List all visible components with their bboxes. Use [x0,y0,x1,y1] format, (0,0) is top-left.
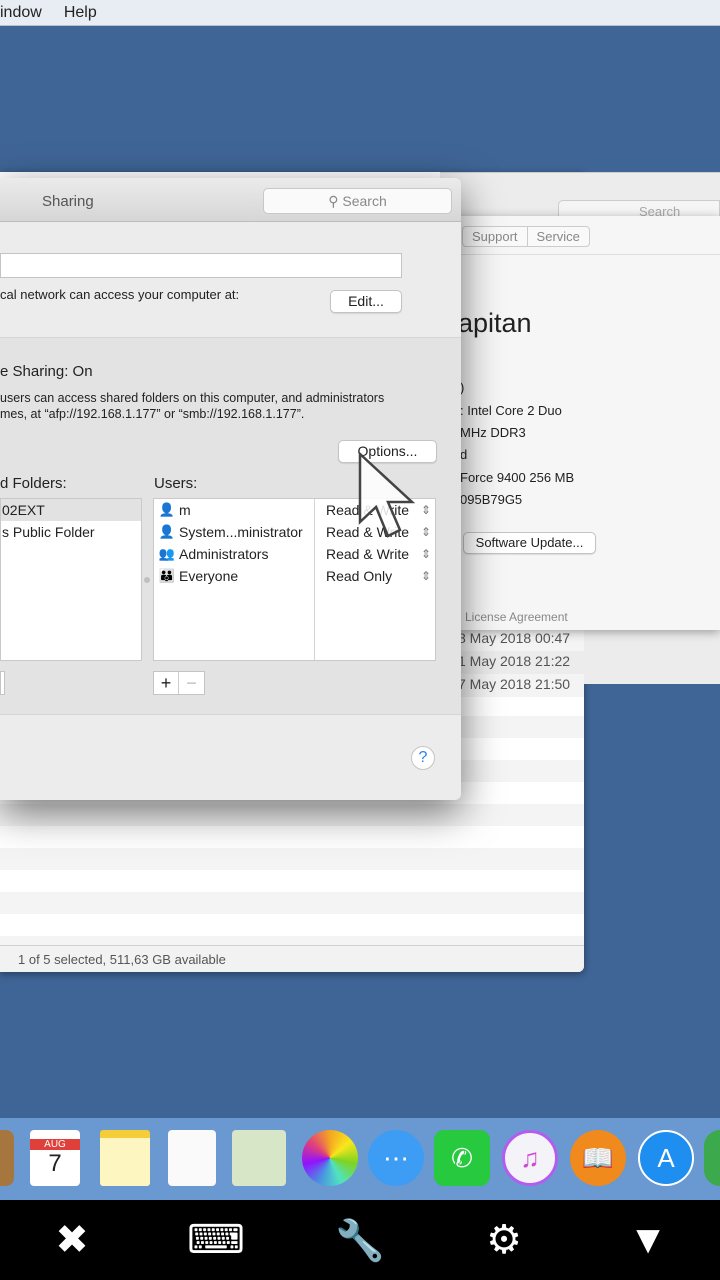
finder-date-column: 8 May 2018 00:47 1 May 2018 21:22 7 May … [440,628,584,697]
window-title: Sharing [42,193,94,210]
chevron-updown-icon: ⇕ [421,503,432,517]
calendar-month: AUG [30,1138,80,1150]
finder-status-bar: 1 of 5 selected, 511,63 GB available [0,945,584,972]
edit-button[interactable]: Edit... [330,290,402,313]
date-cell: 8 May 2018 00:47 [440,628,584,651]
dock-photos-icon[interactable] [302,1130,358,1186]
os-name: apitan [458,308,532,338]
remove-user-button[interactable]: − [179,672,204,694]
menu-window[interactable]: indow [0,4,42,22]
user-name: Everyone [179,568,239,584]
date-cell: 7 May 2018 21:50 [440,674,584,697]
tab-support[interactable]: Support [463,227,527,246]
gear-icon[interactable]: ⚙ [464,1217,544,1263]
dock-notes-icon[interactable] [100,1130,150,1186]
search-icon: ⚲ [328,193,339,209]
dock-itunes-icon[interactable]: ♫ [502,1130,558,1186]
dock-contacts-icon[interactable] [0,1130,14,1186]
dock-chrome-icon[interactable] [704,1130,720,1186]
search-input[interactable]: ⚲ Search [263,188,452,214]
shared-folders-list: 02EXT s Public Folder [0,498,142,661]
dock: AUG 7 ⋯ ✆ ♫ 📖 A [0,1118,720,1200]
about-this-mac-window: Support Service apitan ) : Intel Core 2 … [440,216,720,630]
help-button[interactable]: ? [411,746,435,770]
folder-item[interactable]: 02EXT [1,499,141,521]
chevron-updown-icon: ⇕ [421,569,432,583]
add-user-button[interactable]: + [154,672,179,694]
user-row[interactable]: 👥 Administrators Read & Write ⇕ [158,543,433,565]
software-update-button[interactable]: Software Update... [463,532,596,554]
keyboard-icon[interactable]: ⌨ [176,1217,256,1263]
dock-app-store-icon[interactable]: A [638,1130,694,1186]
wrench-icon[interactable]: 🔧 [320,1217,400,1264]
chevron-updown-icon: ⇕ [421,547,432,561]
split-handle[interactable] [144,577,150,583]
users-label: Users: [154,475,198,492]
calendar-day: 7 [48,1149,62,1177]
folder-item[interactable]: s Public Folder [1,521,141,543]
user-icon: 👤 [158,524,176,539]
menu-help[interactable]: Help [64,4,97,22]
chevron-updown-icon: ⇕ [421,525,432,539]
license-agreement-link[interactable]: License Agreement [465,610,568,624]
permission-select[interactable]: Read Only [326,565,421,587]
menu-bar: indow Help [0,0,720,26]
spec-memory: MHz DDR3 [460,425,526,440]
user-row[interactable]: 👪 Everyone Read Only ⇕ [158,565,433,587]
sharing-description: users can access shared folders on this … [0,391,385,405]
spec-line: d [460,447,468,462]
dock-reminders-icon[interactable] [168,1130,216,1186]
dock-messages-icon[interactable]: ⋯ [368,1130,424,1186]
tab-service[interactable]: Service [526,227,589,246]
shared-folders-label: d Folders: [0,475,67,492]
computer-name-field[interactable] [0,253,402,278]
about-tabs: Support Service [462,226,590,247]
user-name: m [179,502,191,518]
dropdown-icon[interactable]: ▼ [608,1218,688,1263]
group-icon: 👥 [158,546,176,561]
spec-serial: 095B79G5 [460,492,523,507]
user-icon: 👤 [158,502,176,517]
permission-select[interactable]: Read & Write [326,543,421,565]
spec-processor: : Intel Core 2 Duo [460,403,562,418]
spec-graphics: Force 9400 256 MB [460,470,575,485]
sharing-address: mes, at “afp://192.168.1.177” or “smb://… [0,407,305,421]
search-placeholder: Search [342,193,387,209]
dock-calendar-icon[interactable]: AUG 7 [30,1130,80,1186]
bottom-toolbar: ✖ ⌨ 🔧 ⚙ ▼ [0,1200,720,1280]
mouse-cursor-icon [358,452,416,538]
title-bar: Sharing ⚲ Search [0,178,461,222]
dock-maps-icon[interactable] [232,1130,286,1186]
date-cell: 1 May 2018 21:22 [458,653,571,669]
everyone-icon: 👪 [158,568,176,583]
dock-ibooks-icon[interactable]: 📖 [570,1130,626,1186]
file-sharing-status: e Sharing: On [0,363,93,380]
user-name: Administrators [179,546,269,562]
access-text: cal network can access your computer at: [0,287,240,302]
dock-facetime-icon[interactable]: ✆ [434,1130,490,1186]
close-icon[interactable]: ✖ [32,1217,112,1263]
user-name: System...ministrator [179,524,303,540]
